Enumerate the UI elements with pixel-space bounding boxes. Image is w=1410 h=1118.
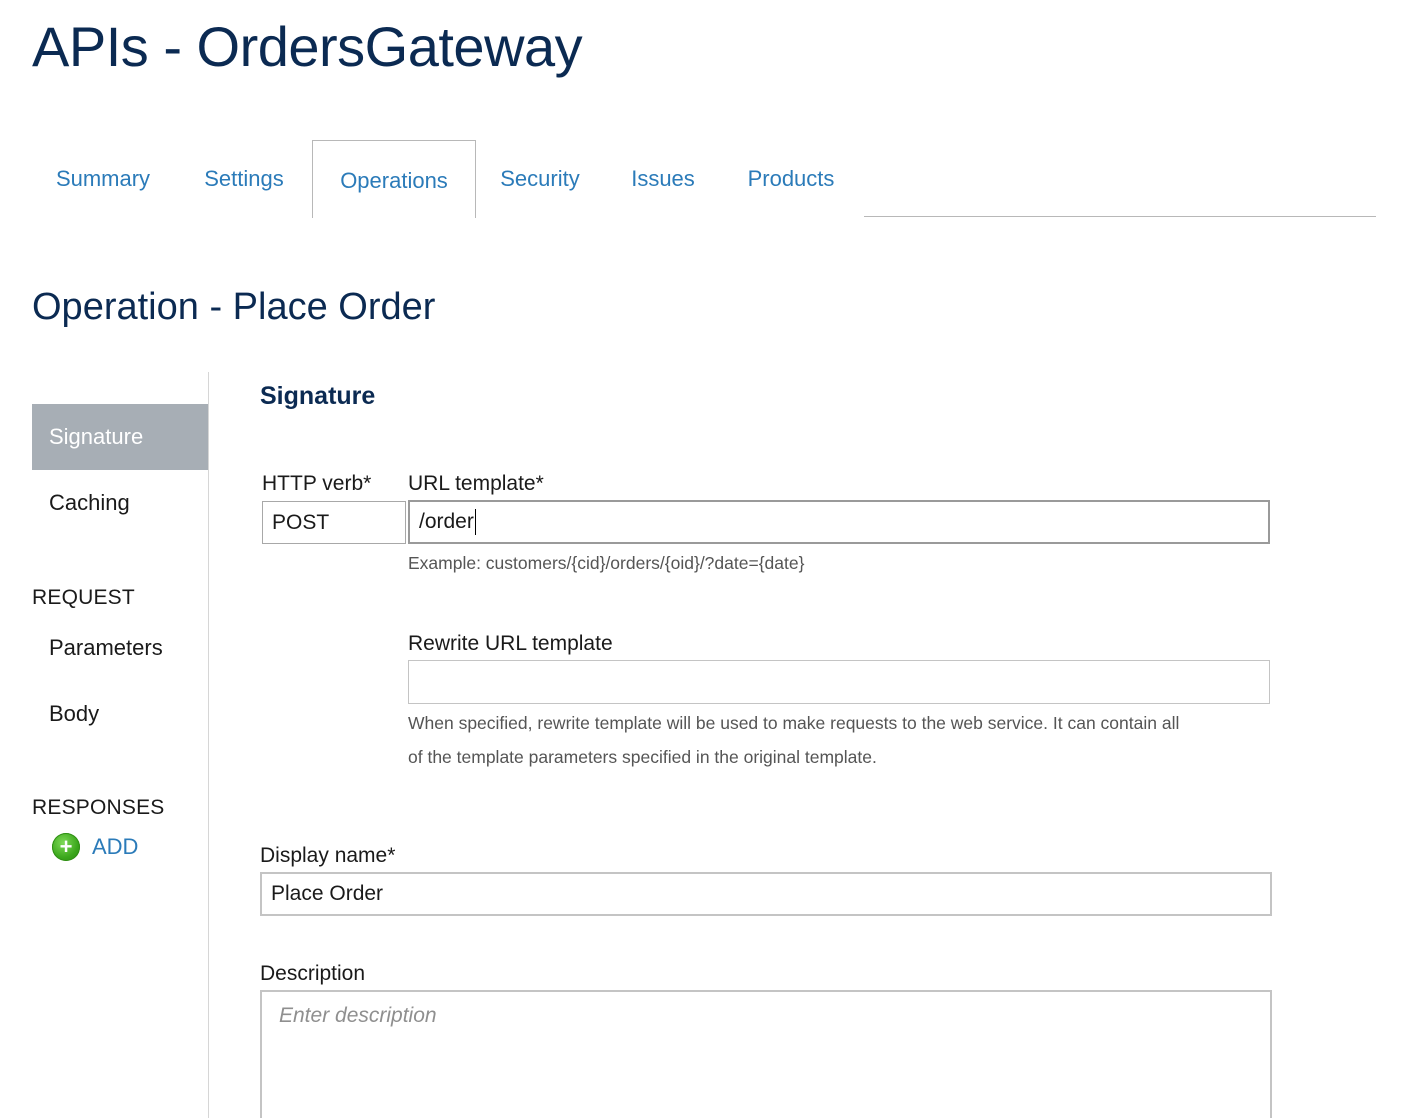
tab-bar-divider (864, 216, 1376, 217)
description-placeholder: Enter description (279, 1004, 437, 1027)
nav-item-caching[interactable]: Caching (32, 470, 208, 536)
description-label: Description (260, 962, 366, 985)
add-response-label: ADD (92, 834, 139, 859)
display-name-label: Display name* (260, 844, 396, 867)
plus-circle-icon: + (52, 833, 80, 861)
tab-products[interactable]: Products (720, 140, 862, 218)
rewrite-url-hint-line2: of the template parameters specified in … (408, 747, 877, 767)
nav-item-parameters[interactable]: Parameters (32, 615, 208, 681)
api-operation-page: APIs - OrdersGateway Summary Settings Op… (0, 0, 1410, 1118)
nav-section-responses: RESPONSES (32, 796, 165, 819)
tab-bar: Summary Settings Operations Security Iss… (30, 140, 1376, 218)
left-nav-divider (208, 372, 209, 1118)
page-title: APIs - OrdersGateway (32, 15, 583, 78)
url-template-field[interactable]: /order (408, 500, 1270, 544)
left-nav: Signature Caching REQUEST Parameters Bod… (32, 372, 208, 1118)
http-verb-label: HTTP verb* (262, 472, 372, 495)
tab-summary[interactable]: Summary (30, 140, 176, 218)
text-caret (474, 509, 476, 535)
nav-item-body[interactable]: Body (32, 681, 208, 747)
rewrite-url-label: Rewrite URL template (408, 632, 613, 655)
nav-item-signature[interactable]: Signature (32, 404, 208, 470)
operation-title: Operation - Place Order (32, 286, 436, 328)
display-name-value: Place Order (271, 882, 384, 905)
http-verb-field[interactable]: POST (262, 501, 406, 544)
tab-operations[interactable]: Operations (312, 140, 476, 218)
url-template-value: /order (419, 510, 474, 533)
http-verb-value: POST (272, 510, 330, 534)
nav-section-request: REQUEST (32, 586, 135, 609)
description-textarea[interactable]: Enter description (260, 990, 1272, 1118)
tab-security[interactable]: Security (474, 140, 606, 218)
rewrite-url-hint-line1: When specified, rewrite template will be… (408, 713, 1180, 733)
url-template-example: Example: customers/{cid}/orders/{oid}/?d… (408, 553, 805, 573)
rewrite-url-field[interactable] (408, 660, 1270, 704)
add-response-button[interactable]: + ADD (52, 832, 138, 862)
display-name-field[interactable]: Place Order (260, 872, 1272, 916)
section-heading-signature: Signature (260, 382, 376, 410)
tab-settings[interactable]: Settings (176, 140, 312, 218)
url-template-label: URL template* (408, 472, 544, 495)
tab-issues[interactable]: Issues (606, 140, 720, 218)
